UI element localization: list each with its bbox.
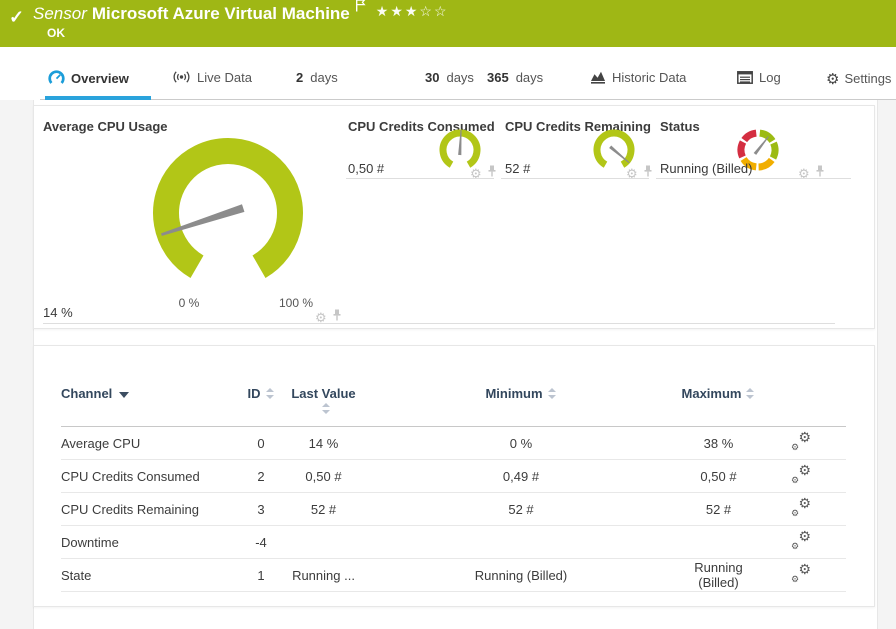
tab-365-days[interactable]: 365days xyxy=(487,70,543,85)
tab-30-days[interactable]: 30days xyxy=(425,70,474,85)
column-header-last-value[interactable]: Last Value xyxy=(286,380,361,427)
tab-live-data[interactable]: Live Data xyxy=(172,70,252,87)
broadcast-icon xyxy=(172,70,191,87)
tile-divider xyxy=(43,323,835,324)
channel-last-value xyxy=(286,526,361,559)
channel-id: 0 xyxy=(236,427,286,460)
average-cpu-gauge xyxy=(148,133,308,293)
gauge-settings-gear-icon[interactable]: ⚙ xyxy=(315,311,327,324)
channel-name: CPU Credits Remaining xyxy=(61,493,236,526)
sort-icon xyxy=(266,388,275,399)
channel-name: Downtime xyxy=(61,526,236,559)
channel-minimum: 0,49 # xyxy=(361,460,681,493)
tab-bar: Overview Live Data 2days 30days 365days … xyxy=(0,60,896,100)
channel-name: CPU Credits Consumed xyxy=(61,460,236,493)
pin-icon[interactable] xyxy=(815,164,825,182)
channel-table-body: Average CPU 0 14 % 0 % 38 % ⚙⚙ CPU Credi… xyxy=(61,427,846,592)
gauge-scale-min: 0 % xyxy=(159,296,219,310)
sensor-status: OK xyxy=(47,26,65,40)
channel-minimum xyxy=(361,526,681,559)
channel-name: State xyxy=(61,559,236,592)
channel-minimum: 52 # xyxy=(361,493,681,526)
channel-name: Average CPU xyxy=(61,427,236,460)
page-right-margin xyxy=(877,100,896,629)
page-left-margin xyxy=(0,100,34,629)
channel-last-value: Running ... xyxy=(286,559,361,592)
pin-icon[interactable] xyxy=(487,164,497,182)
channel-settings-icon[interactable]: ⚙⚙ xyxy=(791,466,811,483)
column-header-id[interactable]: ID xyxy=(236,380,286,427)
channel-id: -4 xyxy=(236,526,286,559)
tab-historic-data[interactable]: Historic Data xyxy=(590,70,686,87)
channel-maximum: 38 % xyxy=(681,427,756,460)
tab-overview[interactable]: Overview xyxy=(48,70,129,88)
channel-id: 1 xyxy=(236,559,286,592)
channel-last-value: 14 % xyxy=(286,427,361,460)
channel-table: Channel ID Last Value Minimum Maximum Av… xyxy=(61,380,846,592)
settings-gear-icon: ⚙ xyxy=(826,70,839,88)
consumed-gauge-value: 0,50 # xyxy=(348,161,384,176)
tab-2-days[interactable]: 2days xyxy=(296,70,338,85)
column-header-channel[interactable]: Channel xyxy=(61,380,236,427)
channel-maximum: Running (Billed) xyxy=(681,559,756,592)
ok-check-icon: ✓ xyxy=(9,7,24,28)
sensor-title: Microsoft Azure Virtual Machine xyxy=(92,4,350,23)
channel-settings-icon[interactable]: ⚙⚙ xyxy=(791,565,811,582)
sensor-header: ✓ Sensor Microsoft Azure Virtual Machine ★… xyxy=(0,0,896,47)
sort-icon xyxy=(746,388,755,399)
sort-icon xyxy=(548,388,557,399)
tab-separator xyxy=(40,99,896,100)
remaining-gauge-value: 52 # xyxy=(505,161,530,176)
tile-divider xyxy=(656,178,851,179)
table-row[interactable]: State 1 Running ... Running (Billed) Run… xyxy=(61,559,846,592)
table-row[interactable]: Average CPU 0 14 % 0 % 38 % ⚙⚙ xyxy=(61,427,846,460)
channel-maximum: 0,50 # xyxy=(681,460,756,493)
sort-icon xyxy=(322,403,331,414)
channel-minimum: 0 % xyxy=(361,427,681,460)
sort-desc-icon xyxy=(119,392,129,398)
channel-last-value: 52 # xyxy=(286,493,361,526)
tab-log[interactable]: Log xyxy=(737,70,781,87)
column-header-actions xyxy=(756,380,846,427)
channel-maximum: 52 # xyxy=(681,493,756,526)
status-gauge-value: Running (Billed) xyxy=(660,161,753,176)
priority-stars[interactable]: ★★★☆☆ xyxy=(376,3,449,19)
tile-divider xyxy=(346,178,494,179)
tab-settings[interactable]: ⚙Settings xyxy=(826,70,891,88)
channel-last-value: 0,50 # xyxy=(286,460,361,493)
channel-settings-icon[interactable]: ⚙⚙ xyxy=(791,532,811,549)
channel-minimum: Running (Billed) xyxy=(361,559,681,592)
channel-table-panel: Channel ID Last Value Minimum Maximum Av… xyxy=(33,345,875,607)
channel-id: 3 xyxy=(236,493,286,526)
log-list-icon xyxy=(737,71,753,87)
area-chart-icon xyxy=(590,70,606,87)
channel-settings-icon[interactable]: ⚙⚙ xyxy=(791,499,811,516)
primary-gauge-title: Average CPU Usage xyxy=(43,119,168,134)
flag-icon[interactable] xyxy=(355,0,366,17)
gauge-icon xyxy=(48,70,65,88)
primary-gauge-value: 14 % xyxy=(43,305,73,320)
pin-icon[interactable] xyxy=(643,164,653,182)
active-tab-indicator xyxy=(45,96,151,100)
tile-divider xyxy=(501,178,649,179)
object-kind-label: Sensor xyxy=(33,4,87,23)
table-row[interactable]: Downtime -4 ⚙⚙ xyxy=(61,526,846,559)
column-header-minimum[interactable]: Minimum xyxy=(361,380,681,427)
channel-maximum xyxy=(681,526,756,559)
status-gauge-title: Status xyxy=(660,119,700,134)
channel-id: 2 xyxy=(236,460,286,493)
table-row[interactable]: CPU Credits Consumed 2 0,50 # 0,49 # 0,5… xyxy=(61,460,846,493)
column-header-maximum[interactable]: Maximum xyxy=(681,380,756,427)
gauges-panel: Average CPU Usage 0 % 100 % 14 % ⚙ CPU C… xyxy=(33,105,875,329)
table-row[interactable]: CPU Credits Remaining 3 52 # 52 # 52 # ⚙… xyxy=(61,493,846,526)
channel-settings-icon[interactable]: ⚙⚙ xyxy=(791,433,811,450)
